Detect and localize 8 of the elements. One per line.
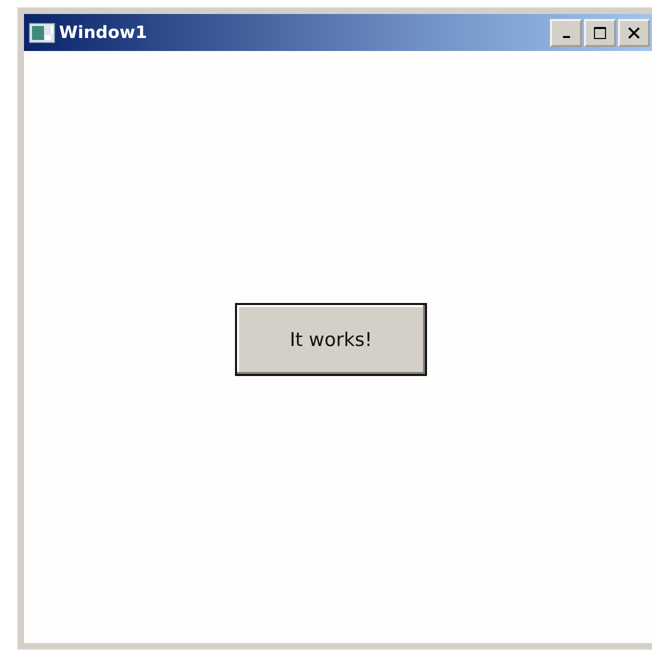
- maximize-button[interactable]: [584, 18, 616, 46]
- it-works-button[interactable]: It works!: [235, 303, 427, 376]
- window-icon: [29, 22, 55, 42]
- maximize-icon: [593, 26, 607, 40]
- window-title: Window1: [59, 22, 148, 42]
- close-button[interactable]: [618, 18, 650, 46]
- close-icon: [627, 26, 641, 40]
- minimize-icon: [562, 36, 570, 38]
